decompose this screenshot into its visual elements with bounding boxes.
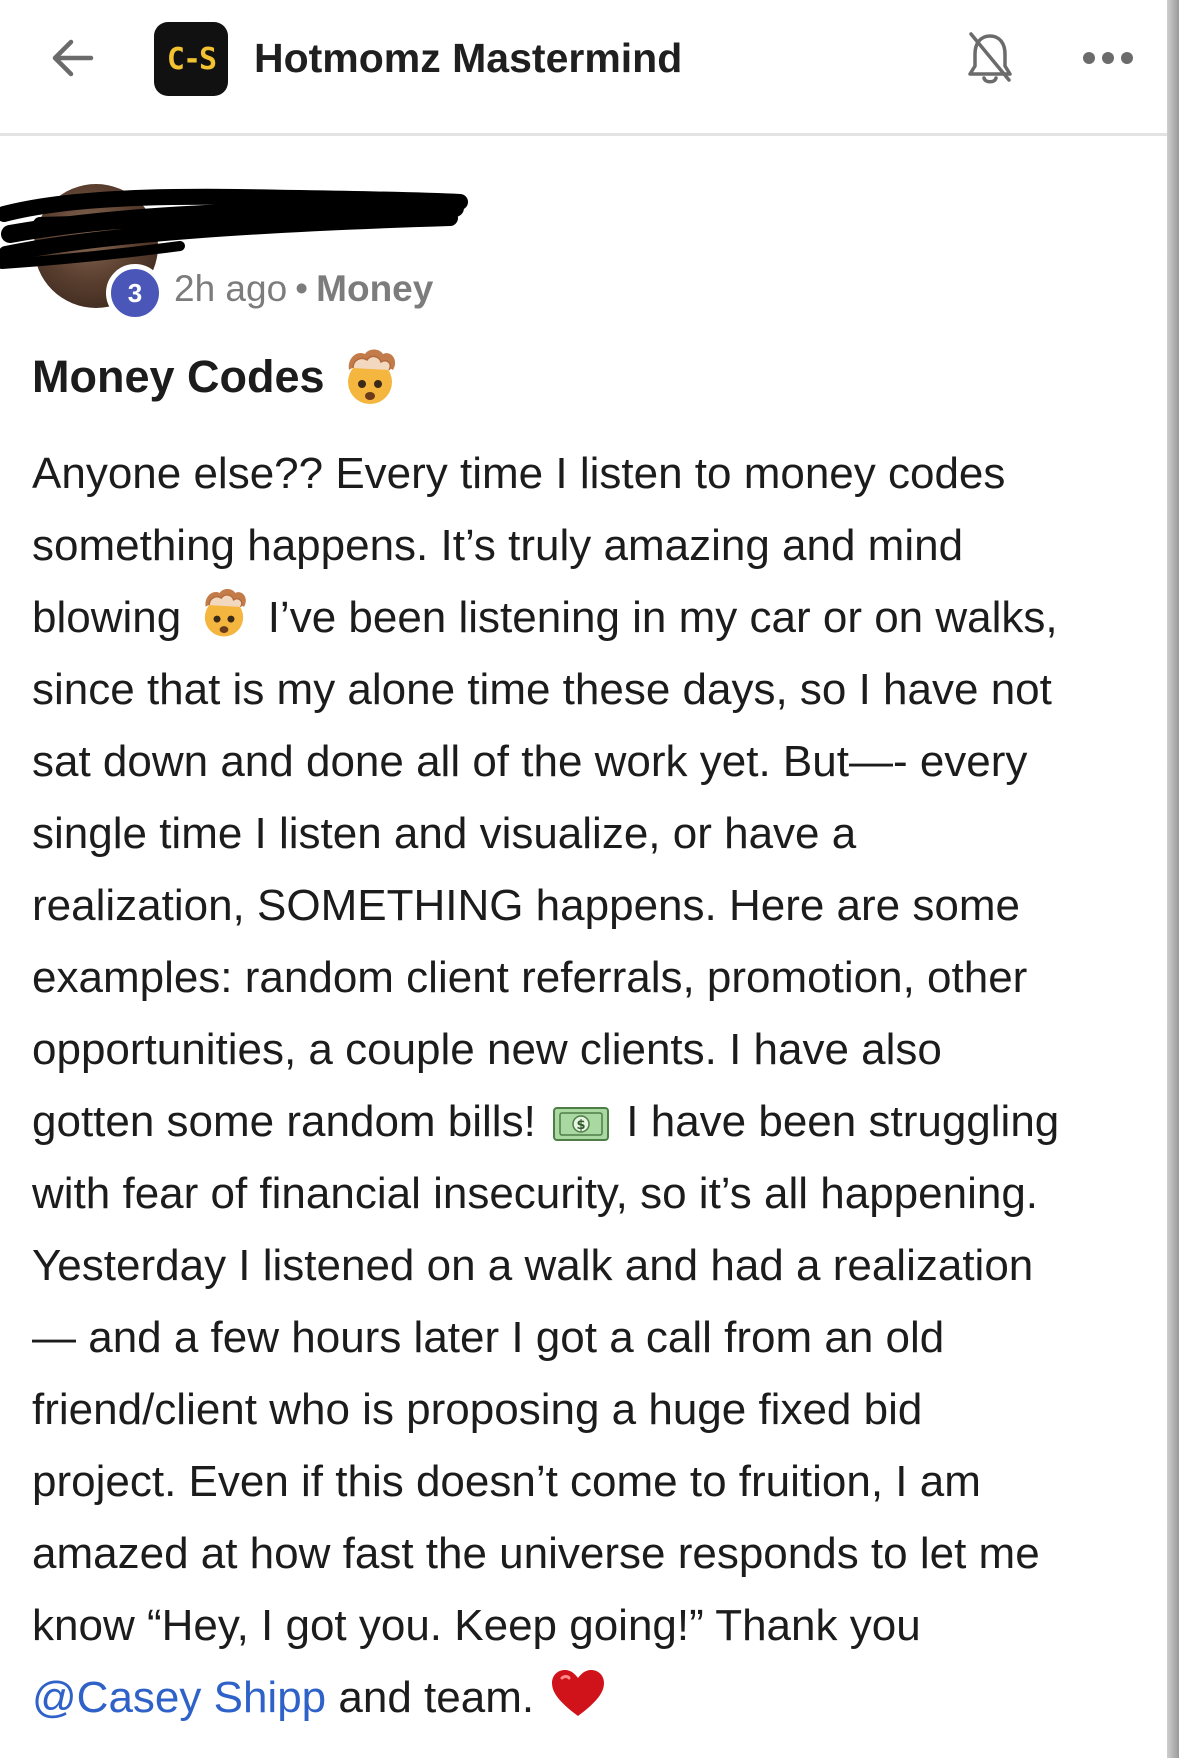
group-logo-text: C-S: [166, 41, 217, 77]
post-body: Anyone else?? Every time I listen to mon…: [32, 438, 1152, 1734]
exploding-head-emoji: [205, 589, 247, 637]
body-line: Yesterday I listened on a walk and had a…: [32, 1241, 1034, 1290]
body-line: sat down and done all of the work yet. B…: [32, 737, 1028, 786]
post-time: 2h ago: [174, 268, 288, 309]
body-text: I have been struggling: [626, 1097, 1060, 1146]
body-line: Anyone else?? Every time I listen to mon…: [32, 449, 1006, 498]
exploding-head-emoji: [347, 349, 395, 404]
body-line: blowing I’ve been listening in my car or…: [32, 582, 1152, 654]
post-title: Money Codes: [32, 351, 325, 402]
post-title-row: Money Codes: [32, 346, 401, 408]
body-text: and team.: [338, 1673, 535, 1722]
body-line: amazed at how fast the universe responds…: [32, 1529, 1040, 1578]
body-text: I’ve been listening in my car or on walk…: [267, 593, 1058, 642]
body-line: — and a few hours later I got a call fro…: [32, 1313, 945, 1362]
bell-off-icon: [968, 32, 1012, 84]
body-line: project. Even if this doesn’t come to fr…: [32, 1457, 981, 1506]
group-logo[interactable]: C-S: [154, 22, 228, 96]
redaction-scribble: [0, 188, 468, 269]
red-heart-emoji: [552, 1670, 605, 1716]
body-line: realization, SOMETHING happens. Here are…: [32, 881, 1020, 930]
top-app-bar: C-S Hotmomz Mastermind: [0, 0, 1167, 136]
back-button[interactable]: [44, 30, 100, 86]
body-line: opportunities, a couple new clients. I h…: [32, 1025, 942, 1074]
body-line: with fear of financial insecurity, so it…: [32, 1169, 1039, 1218]
body-line: @Casey Shipp and team.: [32, 1662, 1152, 1734]
user-mention-link[interactable]: @Casey Shipp: [32, 1673, 326, 1722]
body-line: since that is my alone time these days, …: [32, 665, 1052, 714]
body-line: something happens. It’s truly amazing an…: [32, 521, 964, 570]
body-line: examples: random client referrals, promo…: [32, 953, 1028, 1002]
body-text: blowing: [32, 593, 182, 642]
body-text: gotten some random bills!: [32, 1097, 536, 1146]
body-line: gotten some random bills! $ I have been …: [32, 1086, 1152, 1158]
screen-edge: [1167, 0, 1179, 1758]
more-horizontal-icon: [1083, 52, 1133, 64]
post-category[interactable]: Money: [316, 268, 433, 309]
notifications-button[interactable]: [960, 26, 1020, 92]
group-name[interactable]: Hotmomz Mastermind: [254, 30, 682, 86]
body-line: friend/client who is proposing a huge fi…: [32, 1385, 923, 1434]
more-options-button[interactable]: [1076, 36, 1140, 80]
arrow-left-icon: [52, 39, 94, 77]
svg-text:$: $: [577, 1118, 586, 1133]
post-meta: 2h ago • Money: [174, 266, 433, 312]
money-bill-emoji: $: [553, 1107, 610, 1141]
body-line: know “Hey, I got you. Keep going!” Thank…: [32, 1601, 921, 1650]
body-line: single time I listen and visualize, or h…: [32, 809, 857, 858]
meta-separator: •: [295, 268, 309, 309]
author-level-badge: 3: [106, 264, 164, 322]
